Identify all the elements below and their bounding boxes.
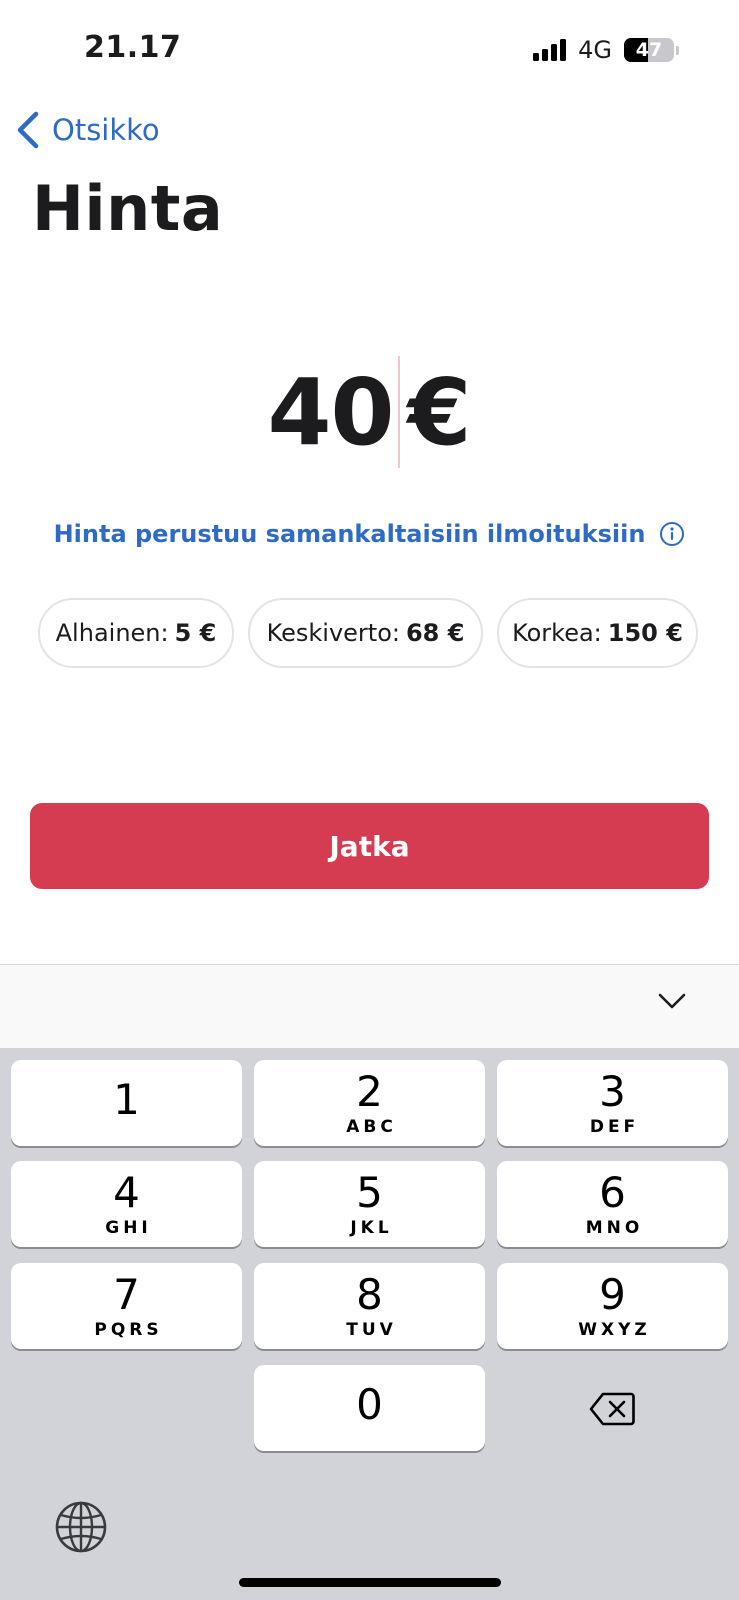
home-indicator: [239, 1578, 501, 1587]
key-letters: JKL: [350, 1218, 393, 1238]
price-chip-average[interactable]: Keskiverto: 68 €: [248, 598, 483, 668]
battery-percentage: 47: [635, 39, 663, 61]
key-digit: 2: [356, 1067, 383, 1116]
key-letters: ABC: [346, 1117, 397, 1137]
key-1[interactable]: 1: [11, 1060, 242, 1146]
chevron-down-icon[interactable]: [657, 991, 687, 1011]
continue-button[interactable]: Jatka: [30, 803, 709, 889]
price-hint-link[interactable]: Hinta perustuu samankaltaisiin ilmoituks…: [0, 520, 739, 548]
signal-strength-icon: [533, 39, 567, 61]
backspace-key[interactable]: [496, 1366, 727, 1452]
key-7[interactable]: 7 PQRS: [11, 1263, 242, 1349]
key-digit: 8: [356, 1270, 383, 1319]
price-hint-text: Hinta perustuu samankaltaisiin ilmoituks…: [53, 520, 646, 548]
currency-symbol: €: [407, 358, 472, 466]
price-chip-label: Korkea:: [512, 619, 602, 647]
key-digit: 9: [599, 1270, 626, 1319]
globe-icon: [55, 1501, 107, 1553]
backspace-icon: [589, 1392, 635, 1426]
key-letters: DEF: [589, 1117, 640, 1137]
globe-key[interactable]: [50, 1496, 112, 1558]
price-chip-value: 150 €: [607, 619, 683, 647]
key-digit: 6: [599, 1168, 626, 1217]
battery-icon: 47: [624, 38, 679, 62]
key-5[interactable]: 5 JKL: [254, 1161, 485, 1247]
key-digit: 3: [599, 1067, 626, 1116]
key-letters: PQRS: [94, 1320, 163, 1340]
key-letters: MNO: [585, 1218, 644, 1238]
info-icon[interactable]: [659, 521, 685, 547]
price-chip-label: Keskiverto:: [266, 619, 400, 647]
price-chip-value: 5 €: [174, 619, 217, 647]
key-digit: 1: [113, 1075, 140, 1124]
network-type: 4G: [578, 36, 612, 64]
price-chip-value: 68 €: [405, 619, 465, 647]
key-3[interactable]: 3 DEF: [497, 1060, 728, 1146]
status-indicators: 4G 47: [533, 36, 679, 64]
key-letters: TUV: [346, 1320, 397, 1340]
key-0[interactable]: 0: [254, 1365, 485, 1451]
price-chip-low[interactable]: Alhainen: 5 €: [38, 598, 234, 668]
key-digit: 0: [356, 1380, 383, 1429]
key-letters: GHI: [105, 1218, 152, 1238]
page-title: Hinta: [32, 172, 224, 245]
chevron-left-icon: [17, 111, 39, 149]
price-chip-high[interactable]: Korkea: 150 €: [497, 598, 698, 668]
text-cursor: [397, 356, 400, 468]
price-value: 40: [267, 358, 394, 466]
key-digit: 5: [356, 1168, 383, 1217]
back-button[interactable]: Otsikko: [16, 108, 160, 152]
price-input[interactable]: 40 €: [0, 352, 739, 472]
key-4[interactable]: 4 GHI: [11, 1161, 242, 1247]
key-6[interactable]: 6 MNO: [497, 1161, 728, 1247]
key-digit: 7: [113, 1270, 140, 1319]
key-digit: 4: [113, 1168, 140, 1217]
back-button-label: Otsikko: [52, 113, 160, 147]
key-9[interactable]: 9 WXYZ: [497, 1263, 728, 1349]
key-8[interactable]: 8 TUV: [254, 1263, 485, 1349]
status-bar: 21.17 4G 47: [0, 0, 739, 100]
numeric-keyboard: 1 2 ABC 3 DEF 4 GHI 5 JKL 6 MNO 7 PQRS 8…: [0, 1048, 739, 1600]
status-time: 21.17: [84, 30, 182, 65]
keyboard-accessory-bar: [0, 964, 739, 1049]
price-chip-label: Alhainen:: [55, 619, 169, 647]
key-letters: WXYZ: [578, 1320, 651, 1340]
key-2[interactable]: 2 ABC: [254, 1060, 485, 1146]
price-suggestion-chips: Alhainen: 5 € Keskiverto: 68 € Korkea: 1…: [38, 598, 698, 668]
